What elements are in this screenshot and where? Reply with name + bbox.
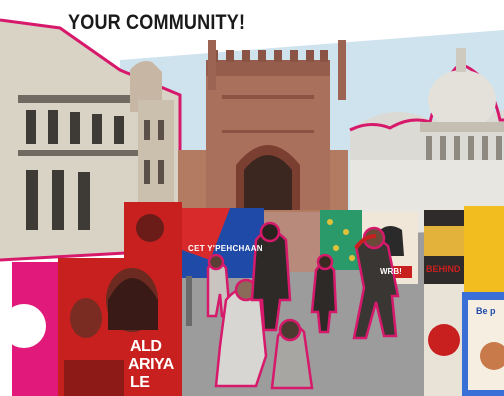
red-poster-line2: ARIYA bbox=[128, 356, 174, 373]
collage-illustration bbox=[0, 0, 504, 396]
small-red-sign-label: WRB! bbox=[380, 267, 402, 276]
red-poster-line1: ALD bbox=[130, 338, 162, 355]
right-card-label: Be p bbox=[476, 306, 496, 316]
blue-poster-label: CET Y'PEHCHAAN bbox=[188, 244, 263, 253]
poster-yellow bbox=[464, 206, 504, 292]
red-poster-line3: LE bbox=[130, 374, 150, 391]
yellow-poster-label: BEHIND bbox=[426, 264, 461, 274]
collage-scene: YOUR COMMUNITY! CET Y'PEHCHAAN ALD ARIYA… bbox=[0, 0, 504, 396]
headline: YOUR COMMUNITY! bbox=[68, 11, 246, 34]
